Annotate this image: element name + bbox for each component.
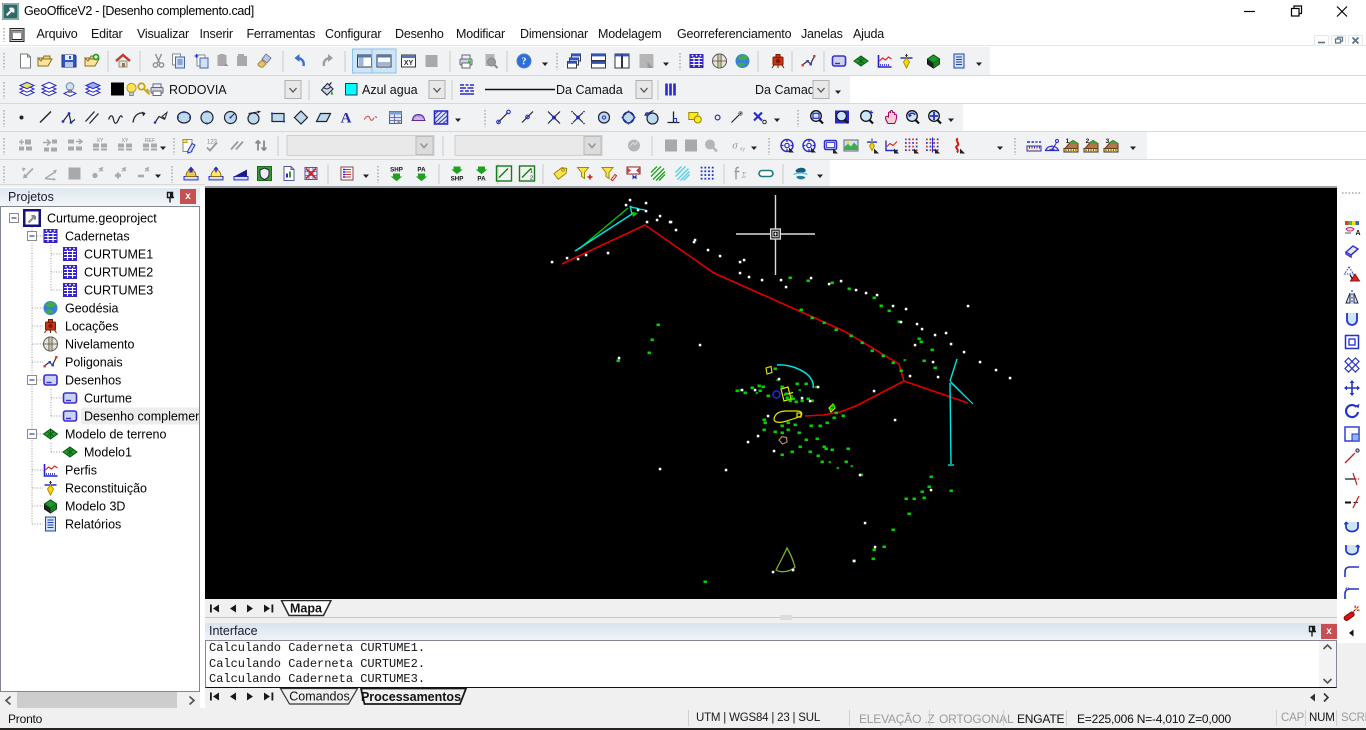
svg-text:XY: XY xyxy=(122,138,129,144)
svg-text:Modelo de terreno: Modelo de terreno xyxy=(65,428,167,442)
svg-text:xy: xy xyxy=(740,147,746,153)
svg-text:A: A xyxy=(1356,230,1361,237)
svg-text:A: A xyxy=(341,111,352,127)
svg-text:Perfis: Perfis xyxy=(65,464,97,478)
svg-text:?: ? xyxy=(522,57,527,68)
svg-text:Mapa: Mapa xyxy=(290,602,323,616)
svg-text:Processamentos: Processamentos xyxy=(361,690,461,704)
svg-text:REF: REF xyxy=(145,138,155,144)
svg-text:XY: XY xyxy=(97,138,104,144)
svg-text:Σ: Σ xyxy=(741,171,747,180)
svg-text:Comandos: Comandos xyxy=(289,690,349,704)
svg-text:2: 2 xyxy=(530,176,533,182)
svg-text:CURTUME1: CURTUME1 xyxy=(84,248,153,262)
svg-text:SHP: SHP xyxy=(390,167,403,174)
svg-text:Geodésia: Geodésia xyxy=(65,302,119,316)
svg-text:Desenhos: Desenhos xyxy=(65,374,121,388)
svg-text:PA: PA xyxy=(477,176,486,183)
svg-text:3: 3 xyxy=(1106,138,1110,145)
svg-text:1: 1 xyxy=(530,169,533,175)
svg-text:CURTUME3: CURTUME3 xyxy=(84,284,153,298)
svg-text:2: 2 xyxy=(1086,138,1090,145)
svg-text:Desenho complement: Desenho complement xyxy=(84,410,199,424)
svg-text:Da Camada: Da Camada xyxy=(556,83,623,97)
svg-text:1: 1 xyxy=(1066,138,1070,145)
svg-text:Modelo 3D: Modelo 3D xyxy=(65,500,125,514)
svg-text:z: z xyxy=(147,166,150,172)
svg-text:XY: XY xyxy=(404,60,414,67)
svg-text:z: z xyxy=(124,166,127,172)
svg-text:Da Camada: Da Camada xyxy=(755,83,822,97)
svg-text:Reconstituição: Reconstituição xyxy=(65,482,147,496)
svg-text:z: z xyxy=(101,166,104,172)
svg-text:Relatórios: Relatórios xyxy=(65,518,121,532)
svg-text:Cadernetas: Cadernetas xyxy=(65,230,130,244)
svg-text:RODOVIA: RODOVIA xyxy=(169,83,227,97)
svg-text:Curtume: Curtume xyxy=(84,392,132,406)
svg-text:Poligonais: Poligonais xyxy=(65,356,123,370)
svg-text:Azul agua: Azul agua xyxy=(362,83,418,97)
svg-text:CURTUME2: CURTUME2 xyxy=(84,266,153,280)
svg-text:PA: PA xyxy=(417,167,426,174)
svg-text:Nivelamento: Nivelamento xyxy=(65,338,135,352)
svg-text:Modelo1: Modelo1 xyxy=(84,446,132,460)
svg-text:Locações: Locações xyxy=(65,320,119,334)
svg-text:SHP: SHP xyxy=(451,176,464,183)
svg-text:Curtume.geoproject: Curtume.geoproject xyxy=(47,212,157,226)
svg-text:σ: σ xyxy=(732,140,738,152)
